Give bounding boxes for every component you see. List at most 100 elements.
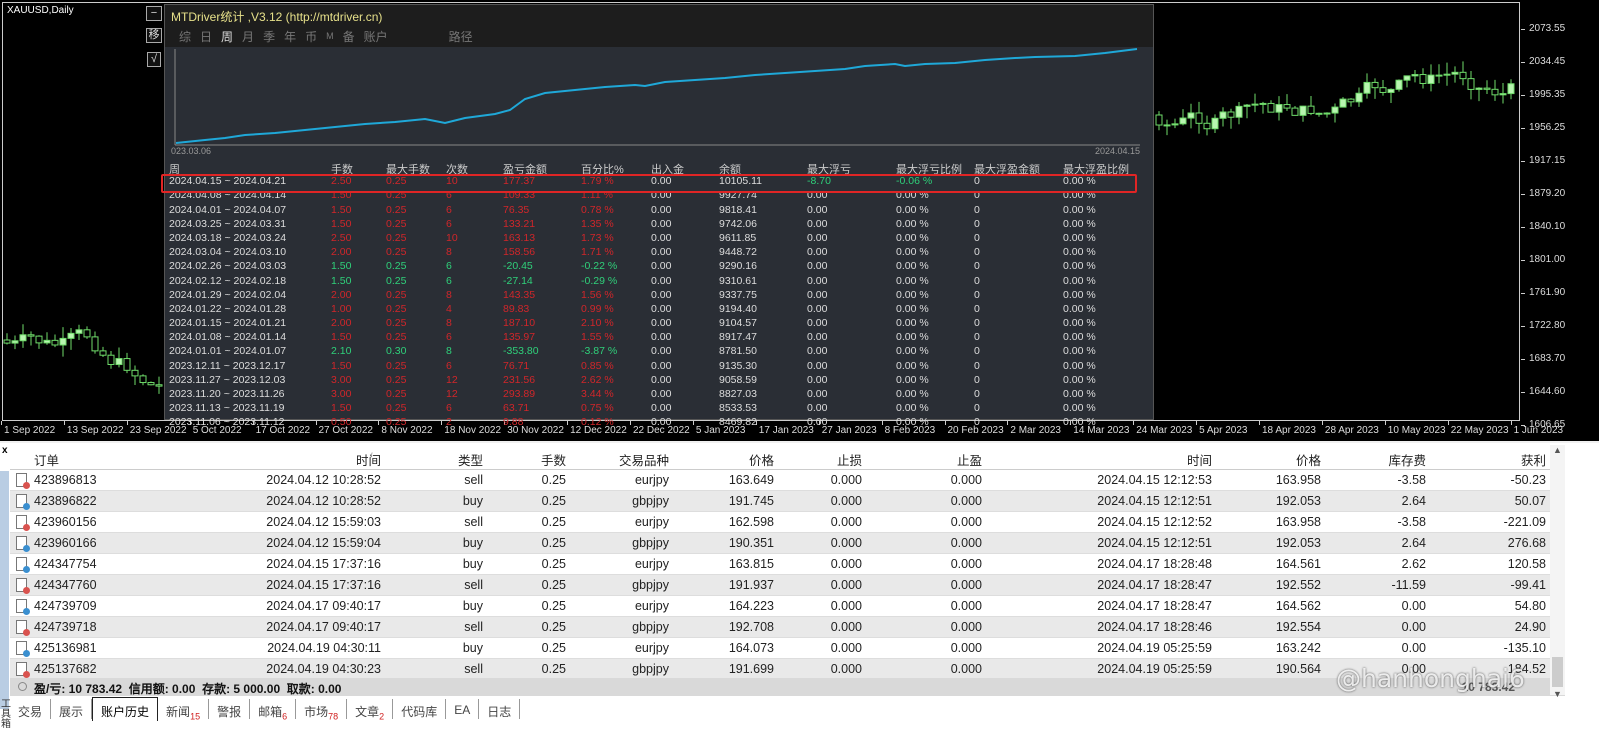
history-cell: 423960156 (34, 515, 97, 529)
equity-curve-chart (174, 48, 1140, 146)
tab-4[interactable]: 警报 (209, 699, 251, 719)
period-tab[interactable]: 日 (200, 28, 212, 45)
price-label: 1683.70 (1520, 353, 1566, 364)
period-tab[interactable]: 综 (179, 28, 191, 45)
tab-6[interactable]: 市场78 (296, 699, 348, 721)
stats-cell: 76.71 (503, 359, 530, 372)
column-header-9[interactable]: 价格 (1216, 450, 1321, 469)
column-header-0[interactable]: 订单 (14, 450, 146, 469)
history-cell: 54.80 (1514, 599, 1546, 613)
stats-cell: 0.00 % (896, 203, 929, 216)
toolbox-side-label: 工具箱 (1, 699, 11, 730)
date-label: 22 May 2023 (1447, 421, 1509, 436)
tab-label: 交易 (18, 705, 43, 719)
column-header-4[interactable]: 交易品种 (570, 450, 669, 469)
history-row[interactable]: 425137682 2024.04.19 04:30:23 sell 0.25 gbpj… (10, 659, 1565, 680)
stats-cell: 0.00 % (896, 317, 929, 330)
price-axis[interactable]: 2073.55 2034.45 1995.35 1956.25 1917.15 1879.… (1520, 0, 1599, 430)
column-header-7[interactable]: 止盈 (866, 450, 982, 469)
history-cell: 0.000 (830, 599, 862, 613)
stats-row[interactable]: 2023.11.20 ~ 2023.11.26 3.00 0.25 12 293.89 3… (169, 388, 1149, 402)
stats-cell: 89.83 (503, 302, 530, 315)
vertical-scrollbar[interactable]: ▲ ▼ (1550, 445, 1565, 699)
summary-text: 盈/亏: 10 783.42 信用额: 0.00 存款: 5 000.00 取款… (34, 682, 342, 696)
period-tab[interactable]: 年 (284, 28, 296, 45)
tab-1[interactable]: 展示 (51, 699, 93, 719)
column-header-8[interactable]: 时间 (986, 450, 1212, 469)
stats-row[interactable]: 2024.03.25 ~ 2024.03.31 1.50 0.25 6 133.21 1.… (169, 218, 1149, 232)
column-header-10[interactable]: 库存费 (1325, 450, 1426, 469)
stats-row[interactable]: 2024.01.29 ~ 2024.02.04 2.00 0.25 8 143.35 1.… (169, 289, 1149, 303)
stats-cell: 143.35 (503, 288, 536, 301)
stats-row[interactable]: 2023.12.11 ~ 2023.12.17 1.50 0.25 6 76.71 0.8… (169, 360, 1149, 374)
stats-row[interactable]: 2024.01.08 ~ 2024.01.14 1.50 0.25 6 135.97 1.… (169, 331, 1149, 345)
history-row[interactable]: 424739709 2024.04.17 09:40:17 buy 0.25 eurjp… (10, 596, 1565, 617)
stats-row[interactable]: 2024.01.15 ~ 2024.01.21 2.00 0.25 8 187.10 2.… (169, 317, 1149, 331)
period-tab[interactable]: 账户 (364, 28, 388, 45)
history-cell: 2024.04.17 18:28:47 (1097, 578, 1212, 592)
column-header-11[interactable]: 获利 (1430, 450, 1546, 469)
candle-body (1211, 117, 1219, 130)
scroll-down-icon[interactable]: ▼ (1550, 689, 1565, 699)
stats-row[interactable]: 2024.03.18 ~ 2024.03.24 2.50 0.25 10 163.13 1… (169, 232, 1149, 246)
stats-cell: 3.00 (331, 388, 352, 400)
stats-row[interactable]: 2024.04.01 ~ 2024.04.07 1.50 0.25 6 76.35 0.7… (169, 204, 1149, 218)
tab-9[interactable]: EA (446, 699, 480, 719)
stats-row[interactable]: 2023.11.27 ~ 2023.12.03 3.00 0.25 12 231.56 2… (169, 374, 1149, 388)
period-tab[interactable]: 季 (263, 28, 275, 45)
stats-row[interactable]: 2024.02.12 ~ 2024.02.18 1.50 0.25 6 -27.14 -0… (169, 275, 1149, 289)
tab-0[interactable]: 交易 (10, 699, 52, 719)
history-row[interactable]: 423960166 2024.04.12 15:59:04 buy 0.25 gbpjp… (10, 533, 1565, 554)
column-header-6[interactable]: 止损 (778, 450, 862, 469)
scrollbar-thumb[interactable] (1552, 657, 1563, 687)
period-tab[interactable]: 路径 (449, 28, 473, 45)
period-tab[interactable]: 周 (221, 28, 233, 45)
tab-5[interactable]: 邮箱6 (250, 699, 297, 721)
period-tab[interactable]: M (326, 31, 334, 41)
history-cell: 0.000 (830, 578, 862, 592)
minimize-button[interactable]: − (146, 6, 162, 21)
stats-row[interactable]: 2024.03.04 ~ 2024.03.10 2.00 0.25 8 158.56 1.… (169, 246, 1149, 260)
candle-body (19, 334, 27, 342)
history-row[interactable]: 424347754 2024.04.15 17:37:16 buy 0.25 eurjp… (10, 554, 1565, 575)
stats-row[interactable]: 2023.11.13 ~ 2023.11.19 1.50 0.25 6 63.71 0.7… (169, 402, 1149, 416)
stats-cell: 0.25 (386, 274, 407, 287)
stats-cell: 0 (974, 373, 980, 386)
check-button[interactable]: √ (147, 52, 161, 67)
history-row[interactable]: 423896822 2024.04.12 10:28:52 buy 0.25 gbpjp… (10, 491, 1565, 512)
period-tab[interactable]: 币 (305, 28, 317, 45)
stats-row[interactable]: 2023.11.06 ~ 2023.11.12 0.50 0.25 2 9.88 0.12… (169, 416, 1149, 430)
history-row[interactable]: 423896813 2024.04.12 10:28:52 sell 0.25 eurj… (10, 470, 1565, 491)
history-row[interactable]: 423960156 2024.04.12 15:59:03 sell 0.25 eurj… (10, 512, 1565, 533)
column-header-5[interactable]: 价格 (673, 450, 774, 469)
stats-row[interactable]: 2024.01.22 ~ 2024.01.28 1.00 0.25 4 89.83 0.9… (169, 303, 1149, 317)
stats-cell: 0.00 % (896, 416, 929, 429)
stats-row[interactable]: 2024.01.01 ~ 2024.01.07 2.10 0.30 8 -353.80 -… (169, 345, 1149, 359)
history-row[interactable]: 424347760 2024.04.15 17:37:16 sell 0.25 gbpj… (10, 575, 1565, 596)
tab-8[interactable]: 代码库 (393, 699, 447, 719)
stats-cell: 2024.03.18 ~ 2024.03.24 (169, 231, 287, 244)
period-tab[interactable]: 月 (242, 28, 254, 45)
stats-cell: 2 (446, 416, 452, 429)
tab-10[interactable]: 日志 (479, 699, 521, 719)
column-header-1[interactable]: 时间 (150, 450, 381, 469)
close-icon[interactable]: x (2, 445, 8, 456)
period-tab[interactable]: 备 (343, 28, 355, 45)
tab-2[interactable]: 账户历史 (92, 697, 159, 721)
candle-body (1219, 111, 1227, 119)
column-header-3[interactable]: 手数 (487, 450, 566, 469)
column-header-2[interactable]: 类型 (385, 450, 483, 469)
candle-body (1395, 79, 1403, 90)
stats-row[interactable]: 2024.02.26 ~ 2024.03.03 1.50 0.25 6 -20.45 -0… (169, 260, 1149, 274)
move-button[interactable]: 移 (146, 28, 162, 43)
history-row[interactable]: 424739718 2024.04.17 09:40:17 sell 0.25 gbpj… (10, 617, 1565, 638)
history-cell: 163.958 (1275, 515, 1321, 529)
history-cell: 0.00 (1401, 641, 1426, 655)
history-cell: buy (462, 536, 483, 550)
candle-body (11, 340, 19, 344)
price-chart[interactable]: XAUUSD,Daily 2073.55 2034.45 1995.35 1956.2… (0, 0, 1599, 441)
history-row[interactable]: 425136981 2024.04.19 04:30:11 buy 0.25 eurjp… (10, 638, 1565, 659)
tab-7[interactable]: 文章2 (347, 699, 394, 721)
tab-3[interactable]: 新闻15 (158, 699, 210, 721)
candle-body (107, 354, 115, 366)
